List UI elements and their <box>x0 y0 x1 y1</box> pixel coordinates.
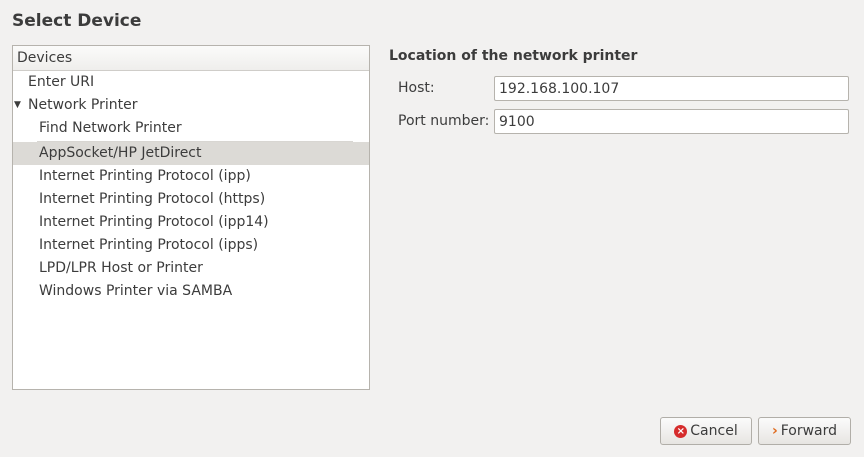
tree-item-label: Internet Printing Protocol (ipp14) <box>39 214 269 230</box>
tree-item-network-printer[interactable]: ▼ Network Printer <box>13 94 369 117</box>
tree-item-ipp[interactable]: Internet Printing Protocol (ipp) <box>13 165 369 188</box>
section-title: Location of the network printer <box>389 48 638 64</box>
port-label: Port number: <box>398 113 490 129</box>
tree-item-enter-uri[interactable]: Enter URI <box>13 71 369 94</box>
triangle-down-icon[interactable]: ▼ <box>14 94 21 117</box>
devices-list: Devices Enter URI ▼ Network Printer Find… <box>12 45 370 390</box>
tree-item-appsocket[interactable]: AppSocket/HP JetDirect <box>13 142 369 165</box>
tree-item-find-network-printer[interactable]: Find Network Printer <box>13 117 369 140</box>
tree-item-label: Enter URI <box>28 74 95 90</box>
cancel-button[interactable]: × Cancel <box>660 417 752 445</box>
cancel-icon: × <box>674 424 688 438</box>
forward-button-label: Forward <box>780 423 838 439</box>
tree-item-samba[interactable]: Windows Printer via SAMBA <box>13 280 369 303</box>
tree-item-ipps[interactable]: Internet Printing Protocol (ipps) <box>13 234 369 257</box>
tree-item-lpd[interactable]: LPD/LPR Host or Printer <box>13 257 369 280</box>
host-label: Host: <box>398 80 435 96</box>
tree-item-label: Internet Printing Protocol (ipp) <box>39 168 251 184</box>
devices-column-header[interactable]: Devices <box>13 46 369 71</box>
port-input[interactable] <box>494 109 849 134</box>
tree-item-label: Network Printer <box>28 97 138 113</box>
tree-item-label: Internet Printing Protocol (https) <box>39 191 266 207</box>
dialog-title: Select Device <box>12 11 142 31</box>
tree-item-label: Internet Printing Protocol (ipps) <box>39 237 259 253</box>
forward-button[interactable]: › Forward <box>758 417 851 445</box>
tree-item-label: Find Network Printer <box>39 120 182 136</box>
host-input[interactable] <box>494 76 849 101</box>
cancel-button-label: Cancel <box>690 423 738 439</box>
tree-item-label: LPD/LPR Host or Printer <box>39 260 203 276</box>
tree-item-ipp14[interactable]: Internet Printing Protocol (ipp14) <box>13 211 369 234</box>
tree-item-label: Windows Printer via SAMBA <box>39 283 233 299</box>
tree-item-label: AppSocket/HP JetDirect <box>39 145 202 161</box>
forward-arrow-icon: › <box>771 423 778 439</box>
tree-item-https[interactable]: Internet Printing Protocol (https) <box>13 188 369 211</box>
